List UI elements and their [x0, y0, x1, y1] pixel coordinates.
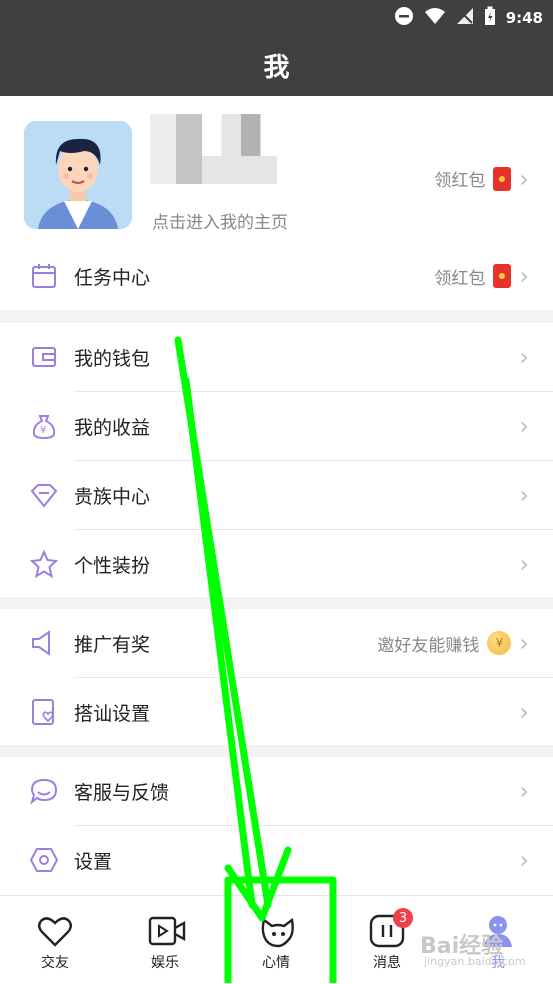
message-icon: 3 [369, 908, 413, 948]
task-reward[interactable]: 领红包 › [434, 264, 529, 289]
gear-icon [28, 844, 60, 876]
chevron-right-icon: › [519, 777, 529, 805]
megaphone-icon [28, 627, 60, 659]
star-icon [28, 548, 60, 580]
page-header: 我 [0, 34, 553, 96]
status-icons: 9:48 [394, 6, 543, 30]
status-time: 9:48 [505, 9, 543, 27]
tab-entertainment[interactable]: 娱乐 [110, 896, 220, 984]
task-reward-label: 领红包 [434, 268, 486, 289]
menu-group-support: 客服与反馈 › 设置 › [0, 757, 553, 895]
video-camera-icon [147, 914, 186, 948]
watermark-url: jingyan.baidu.com [424, 955, 526, 968]
tab-friends[interactable]: 交友 [0, 896, 110, 984]
menu-item-referral[interactable]: 推广有奖 邀好友能赚钱 ¥ › [0, 609, 553, 677]
menu-item-feedback[interactable]: 客服与反馈 › [0, 757, 553, 825]
chevron-right-icon: › [519, 481, 529, 509]
tab-messages-label: 消息 [373, 955, 401, 971]
coin-icon: ¥ [487, 631, 512, 655]
red-packet-icon [493, 264, 512, 288]
avatar[interactable] [24, 121, 132, 229]
earnings-label: 我的收益 [74, 416, 151, 439]
diamond-icon [28, 479, 60, 511]
dnd-icon [394, 6, 414, 30]
profile-reward-label: 领红包 [434, 171, 486, 191]
menu-item-settings[interactable]: 设置 › [0, 826, 553, 894]
chevron-right-icon: › [519, 412, 529, 440]
tab-mood[interactable]: 心情 [221, 896, 331, 984]
profile-reward[interactable]: 领红包 › [434, 166, 529, 191]
feedback-label: 客服与反馈 [74, 781, 170, 804]
chevron-right-icon: › [519, 164, 529, 193]
chevron-right-icon: › [519, 629, 529, 657]
username-pixelated-2 [202, 156, 277, 184]
tab-entertainment-label: 娱乐 [151, 955, 179, 971]
signal-icon [456, 7, 474, 29]
menu-item-noble-center[interactable]: 贵族中心 › [0, 461, 553, 529]
chevron-right-icon: › [519, 262, 529, 290]
menu-item-chat-settings[interactable]: 搭讪设置 › [0, 678, 553, 746]
chevron-right-icon: › [519, 550, 529, 578]
settings-label: 设置 [74, 850, 113, 873]
profile-card[interactable]: 点击进入我的主页 领红包 › 任务中心 领红包 › [0, 96, 553, 310]
menu-group-account: 我的钱包 › ¥ 我的收益 › 贵族中心 › 个性装扮 › [0, 323, 553, 597]
menu-group-social: 推广有奖 邀好友能赚钱 ¥ › 搭讪设置 › [0, 609, 553, 745]
red-packet-icon [493, 166, 512, 191]
mood-face-icon [258, 914, 294, 948]
chevron-right-icon: › [519, 846, 529, 874]
referral-label: 推广有奖 [74, 633, 151, 656]
calendar-icon [28, 260, 60, 292]
menu-item-dress-up[interactable]: 个性装扮 › [0, 530, 553, 598]
svg-text:¥: ¥ [40, 425, 46, 436]
referral-hint: 邀好友能赚钱 [377, 635, 480, 656]
chevron-right-icon: › [519, 343, 529, 371]
message-count-badge: 3 [393, 908, 413, 928]
battery-icon [484, 6, 496, 30]
page-title: 我 [263, 52, 290, 83]
chevron-right-icon: › [519, 698, 529, 726]
money-bag-icon: ¥ [28, 410, 60, 442]
heart-card-icon [28, 696, 60, 728]
wifi-icon [424, 7, 446, 29]
heart-icon [37, 914, 73, 948]
noble-center-label: 贵族中心 [74, 485, 151, 508]
referral-hint-group[interactable]: 邀好友能赚钱 ¥ › [377, 631, 529, 656]
menu-item-earnings[interactable]: ¥ 我的收益 › [0, 392, 553, 460]
tab-friends-label: 交友 [41, 955, 69, 971]
menu-item-task-center[interactable]: 任务中心 领红包 › [0, 242, 553, 310]
wallet-icon [28, 341, 60, 373]
dress-up-label: 个性装扮 [74, 554, 151, 577]
menu-item-wallet[interactable]: 我的钱包 › [0, 323, 553, 391]
tab-mood-label: 心情 [262, 955, 290, 971]
wallet-label: 我的钱包 [74, 347, 151, 370]
chat-settings-label: 搭讪设置 [74, 702, 151, 725]
task-center-label: 任务中心 [74, 266, 151, 289]
status-bar: 9:48 [0, 0, 553, 34]
chat-bubble-icon [28, 775, 60, 807]
profile-hint: 点击进入我的主页 [152, 213, 288, 233]
